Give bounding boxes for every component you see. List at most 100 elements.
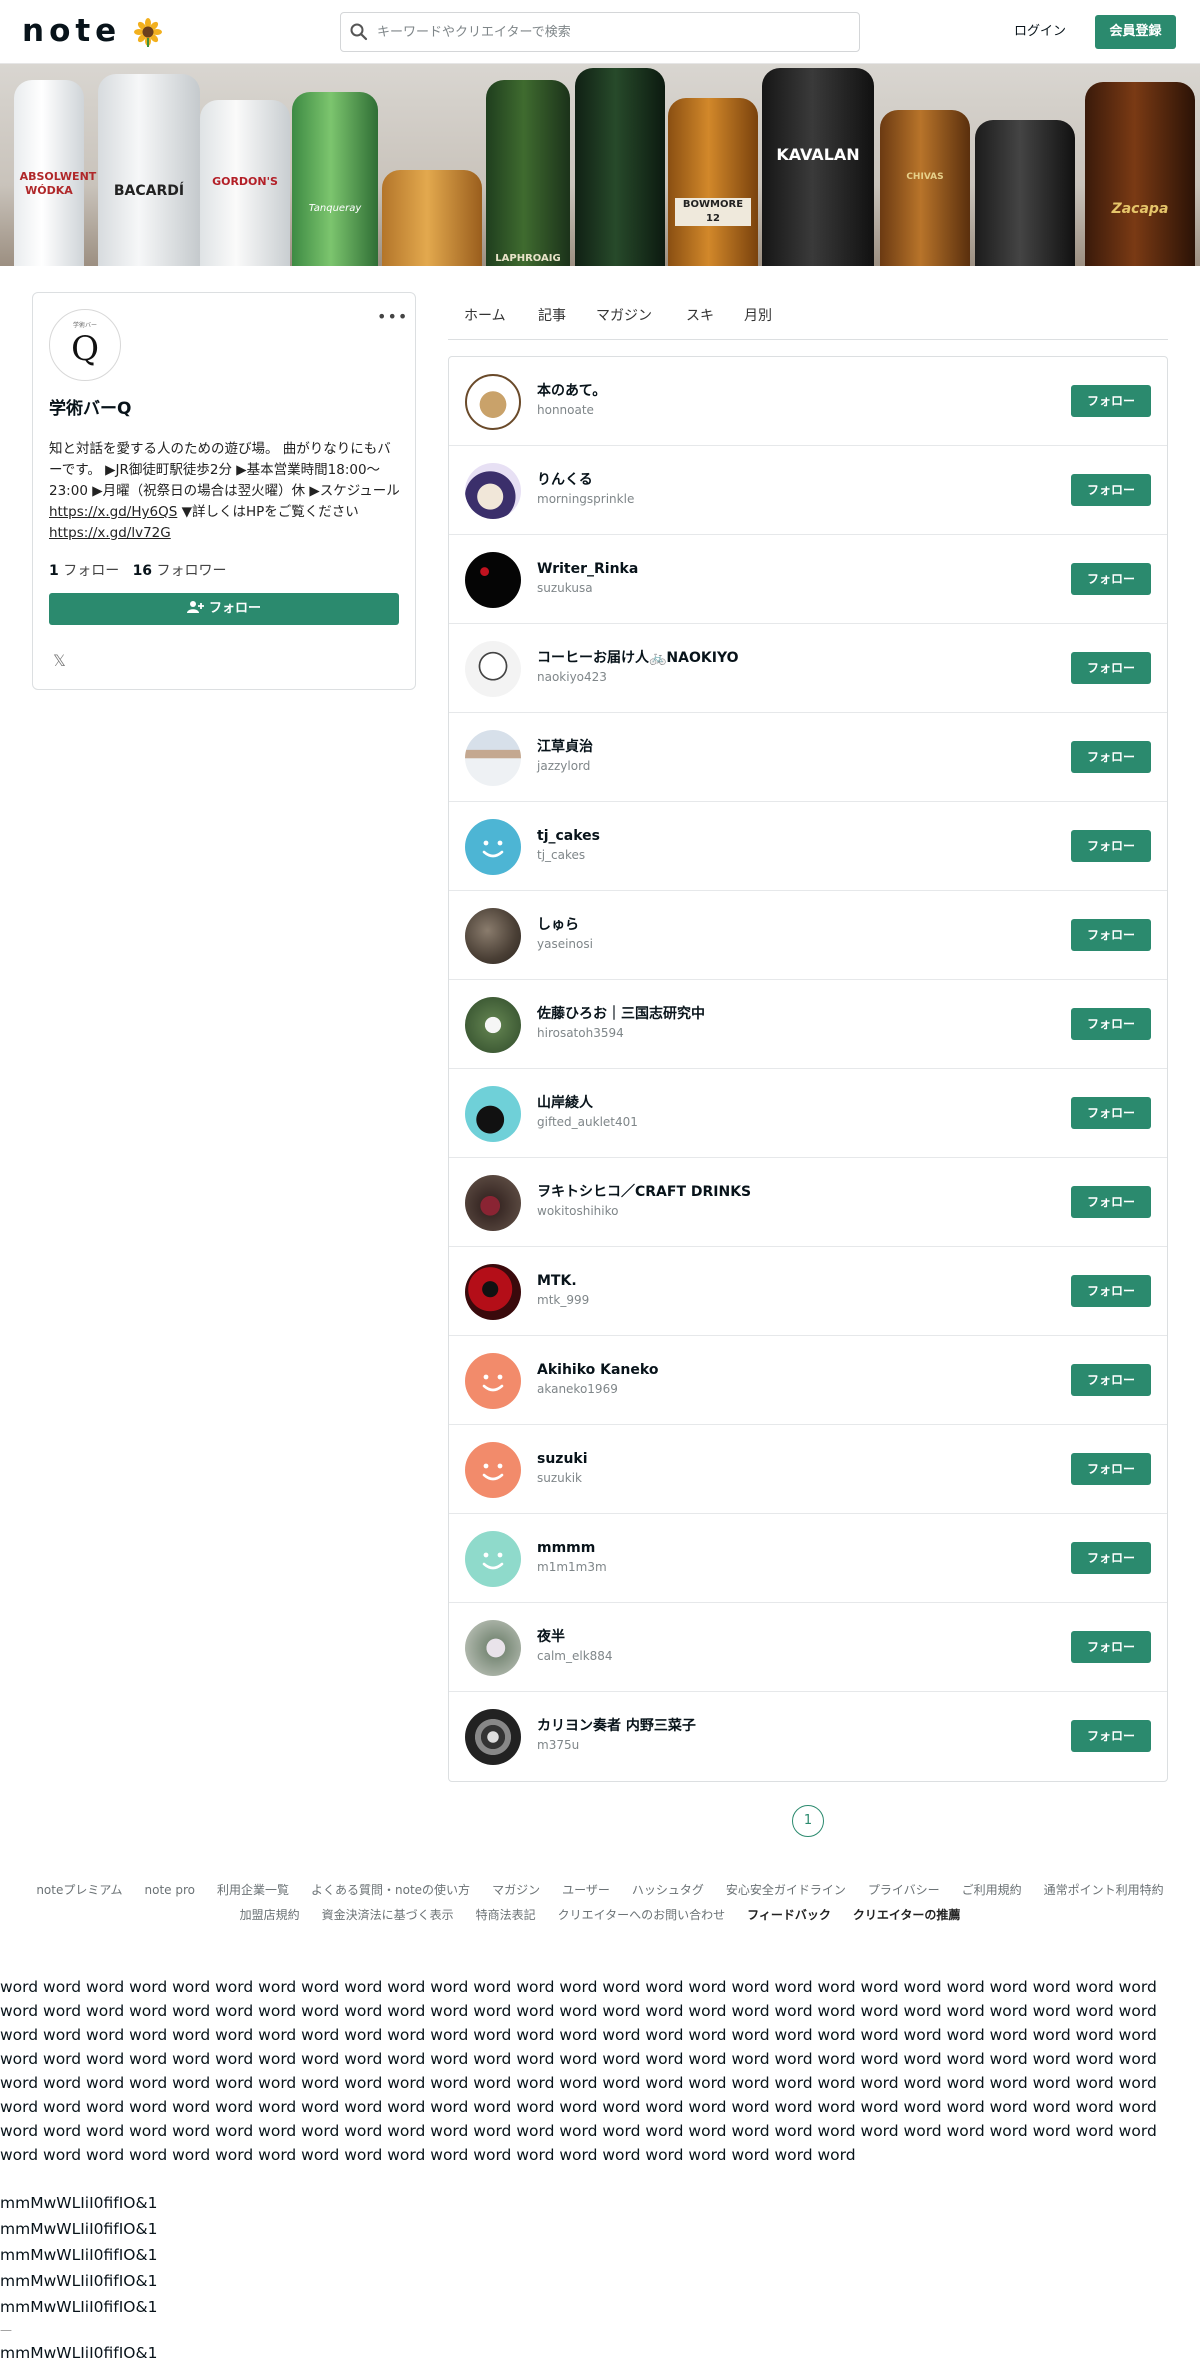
user-avatar[interactable]	[465, 730, 521, 786]
login-link[interactable]: ログイン	[1000, 20, 1080, 44]
footer-link[interactable]: マガジン	[492, 1880, 540, 1900]
user-avatar[interactable]	[465, 1620, 521, 1676]
x-social-icon[interactable]: 𝕏	[53, 651, 66, 671]
user-avatar[interactable]	[465, 1175, 521, 1231]
follow-user-button[interactable]: フォロー	[1071, 1453, 1151, 1485]
follower-row[interactable]: カリヨン奏者 内野三菜子 m375u フォロー	[449, 1692, 1167, 1781]
user-avatar[interactable]	[465, 641, 521, 697]
user-name[interactable]: 本のあて。	[537, 381, 606, 401]
follower-row[interactable]: mmmm m1m1m3m フォロー	[449, 1514, 1167, 1603]
user-name[interactable]: MTK.	[537, 1271, 577, 1291]
pagination-page-1[interactable]: 1	[792, 1805, 824, 1837]
user-name[interactable]: Akihiko Kaneko	[537, 1360, 658, 1380]
footer-link[interactable]: よくある質問・noteの使い方	[311, 1880, 470, 1900]
follower-row[interactable]: tj_cakes tj_cakes フォロー	[449, 802, 1167, 891]
follow-user-button[interactable]: フォロー	[1071, 1542, 1151, 1574]
user-name[interactable]: 江草貞治	[537, 737, 593, 757]
follower-row[interactable]: りんくる morningsprinkle フォロー	[449, 446, 1167, 535]
register-button[interactable]: 会員登録	[1095, 15, 1176, 49]
follower-row[interactable]: 江草貞治 jazzylord フォロー	[449, 713, 1167, 802]
user-name[interactable]: suzuki	[537, 1449, 588, 1469]
follow-user-button[interactable]: フォロー	[1071, 1364, 1151, 1396]
bio-link-schedule[interactable]: https://x.gd/Hy6QS	[49, 504, 177, 520]
follow-user-button[interactable]: フォロー	[1071, 741, 1151, 773]
tab-monthly[interactable]: 月別	[744, 306, 772, 326]
user-name[interactable]: コーヒーお届け人🚲NAOKIYO	[537, 648, 738, 668]
follow-user-button[interactable]: フォロー	[1071, 563, 1151, 595]
follow-user-button[interactable]: フォロー	[1071, 1097, 1151, 1129]
user-avatar[interactable]	[465, 1264, 521, 1320]
tab-likes[interactable]: スキ	[686, 306, 714, 326]
footer-link[interactable]: ご利用規約	[962, 1880, 1022, 1900]
user-avatar[interactable]	[465, 1086, 521, 1142]
follow-user-button[interactable]: フォロー	[1071, 1720, 1151, 1752]
follower-row[interactable]: Writer_Rinka suzukusa フォロー	[449, 535, 1167, 624]
user-avatar[interactable]	[465, 463, 521, 519]
follower-row[interactable]: 佐藤ひろお｜三国志研究中 hirosatoh3594 フォロー	[449, 980, 1167, 1069]
user-name[interactable]: mmmm	[537, 1538, 595, 1558]
footer-link[interactable]: フィードバック	[747, 1905, 831, 1925]
follow-user-button[interactable]: フォロー	[1071, 474, 1151, 506]
user-avatar[interactable]	[465, 552, 521, 608]
follow-user-button[interactable]: フォロー	[1071, 385, 1151, 417]
follower-row[interactable]: ヲキトシヒコ／CRAFT DRINKS wokitoshihiko フォロー	[449, 1158, 1167, 1247]
note-logo[interactable]: note	[22, 14, 121, 48]
user-name[interactable]: 山岸綾人	[537, 1093, 593, 1113]
follow-user-button[interactable]: フォロー	[1071, 1008, 1151, 1040]
user-avatar[interactable]	[465, 1709, 521, 1765]
search-box[interactable]	[340, 12, 860, 52]
follow-profile-button[interactable]: フォロー	[49, 593, 399, 625]
footer-link[interactable]: note pro	[145, 1880, 195, 1900]
footer-link[interactable]: プライバシー	[868, 1880, 940, 1900]
profile-avatar[interactable]: 学術バー Q	[49, 309, 121, 381]
user-name[interactable]: カリヨン奏者 内野三菜子	[537, 1716, 696, 1736]
footer-link[interactable]: 利用企業一覧	[217, 1880, 289, 1900]
more-options-icon[interactable]: •••	[377, 309, 407, 325]
follow-user-button[interactable]: フォロー	[1071, 830, 1151, 862]
user-avatar[interactable]	[465, 1531, 521, 1587]
following-link[interactable]: 1 フォロー	[49, 563, 119, 579]
footer-link[interactable]: 加盟店規約	[240, 1905, 300, 1925]
footer-link[interactable]: ユーザー	[562, 1880, 610, 1900]
follower-row[interactable]: MTK. mtk_999 フォロー	[449, 1247, 1167, 1336]
follower-row[interactable]: 本のあて。 honnoate フォロー	[449, 357, 1167, 446]
user-name[interactable]: 夜半	[537, 1627, 565, 1647]
follower-row[interactable]: suzuki suzukik フォロー	[449, 1425, 1167, 1514]
follower-row[interactable]: コーヒーお届け人🚲NAOKIYO naokiyo423 フォロー	[449, 624, 1167, 713]
user-avatar[interactable]	[465, 1442, 521, 1498]
follow-user-button[interactable]: フォロー	[1071, 1631, 1151, 1663]
user-name[interactable]: しゅら	[537, 915, 579, 935]
user-name[interactable]: Writer_Rinka	[537, 559, 638, 579]
user-name[interactable]: 佐藤ひろお｜三国志研究中	[537, 1004, 705, 1024]
follower-row[interactable]: しゅら yaseinosi フォロー	[449, 891, 1167, 980]
user-avatar[interactable]	[465, 819, 521, 875]
user-name[interactable]: ヲキトシヒコ／CRAFT DRINKS	[537, 1182, 751, 1202]
follow-user-button[interactable]: フォロー	[1071, 652, 1151, 684]
tab-articles[interactable]: 記事	[538, 306, 566, 326]
follow-user-button[interactable]: フォロー	[1071, 1275, 1151, 1307]
user-avatar[interactable]	[465, 997, 521, 1053]
follower-row[interactable]: 夜半 calm_elk884 フォロー	[449, 1603, 1167, 1692]
footer-link[interactable]: クリエイターへのお問い合わせ	[558, 1905, 726, 1925]
user-avatar[interactable]	[465, 908, 521, 964]
user-name[interactable]: りんくる	[537, 470, 593, 490]
search-input[interactable]	[377, 21, 847, 43]
footer-link[interactable]: 通常ポイント利用特約	[1044, 1880, 1164, 1900]
footer-link[interactable]: クリエイターの推薦	[853, 1905, 961, 1925]
follow-user-button[interactable]: フォロー	[1071, 1186, 1151, 1218]
tab-magazines[interactable]: マガジン	[596, 306, 652, 326]
user-name[interactable]: tj_cakes	[537, 826, 600, 846]
footer-link[interactable]: noteプレミアム	[36, 1880, 122, 1900]
follow-user-button[interactable]: フォロー	[1071, 919, 1151, 951]
tab-home[interactable]: ホーム	[464, 306, 506, 326]
footer-link[interactable]: 資金決済法に基づく表示	[322, 1905, 454, 1925]
followers-link[interactable]: 16 フォロワー	[133, 563, 227, 579]
user-avatar[interactable]	[465, 1353, 521, 1409]
user-avatar[interactable]	[465, 374, 521, 430]
footer-link[interactable]: ハッシュタグ	[632, 1880, 704, 1900]
follower-row[interactable]: Akihiko Kaneko akaneko1969 フォロー	[449, 1336, 1167, 1425]
follower-row[interactable]: 山岸綾人 gifted_auklet401 フォロー	[449, 1069, 1167, 1158]
bio-link-homepage[interactable]: https://x.gd/lv72G	[49, 525, 171, 541]
footer-link[interactable]: 安心安全ガイドライン	[726, 1880, 846, 1900]
footer-link[interactable]: 特商法表記	[476, 1905, 536, 1925]
